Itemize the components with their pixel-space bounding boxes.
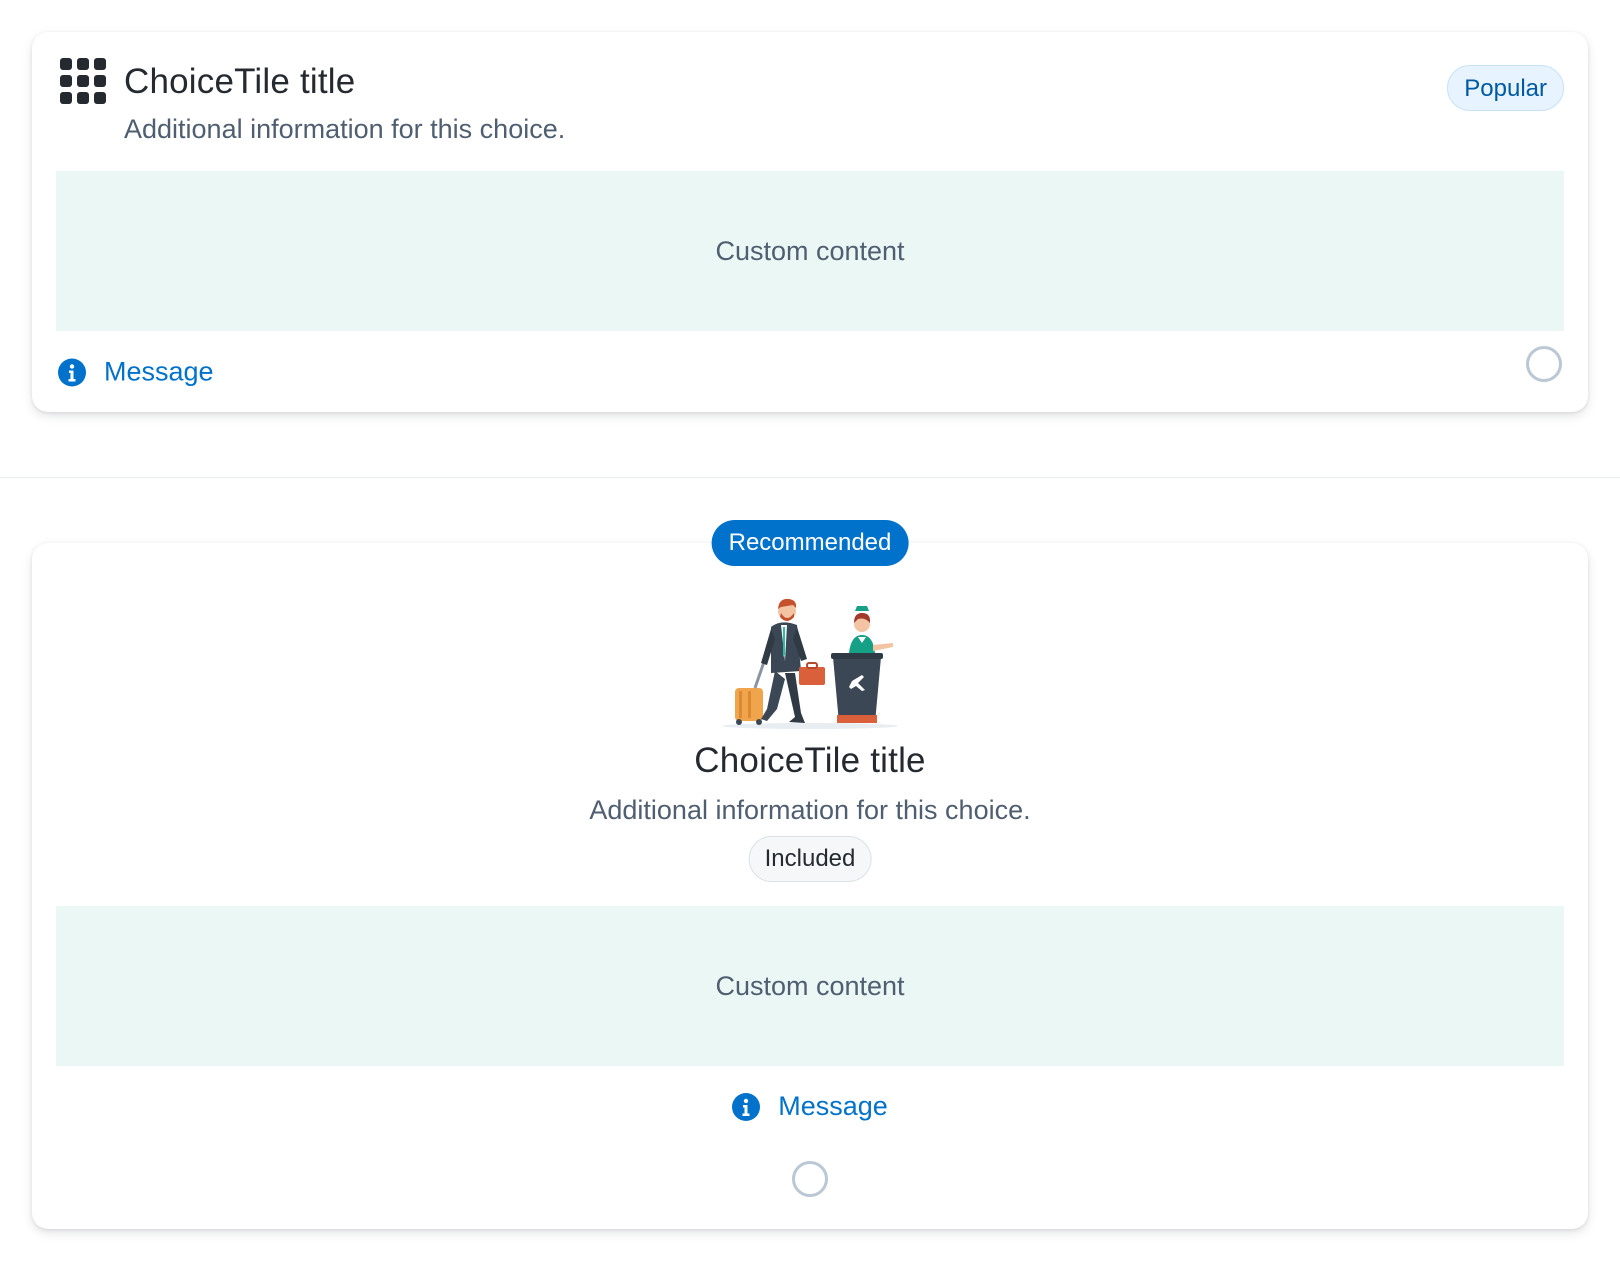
tile-title: ChoiceTile title xyxy=(124,62,356,101)
popular-badge: Popular xyxy=(1447,65,1564,111)
message-label: Message xyxy=(104,356,214,387)
custom-content: Custom content xyxy=(56,171,1564,331)
info-icon xyxy=(58,358,86,386)
tile-title: ChoiceTile title xyxy=(694,741,926,780)
included-tag: Included xyxy=(748,836,872,882)
choice-tile-top[interactable]: ChoiceTile title Additional information … xyxy=(32,32,1588,412)
tile-message: Message xyxy=(732,1091,888,1122)
select-radio[interactable] xyxy=(792,1161,828,1197)
recommended-badge: Recommended xyxy=(711,520,909,566)
info-icon xyxy=(732,1092,761,1121)
tile-description: Additional information for this choice. xyxy=(124,114,566,144)
divider xyxy=(0,477,1620,478)
tile-message-wrap: Message xyxy=(32,1091,1588,1126)
airport-check-in-illustration xyxy=(722,598,898,729)
apps-grid-icon xyxy=(60,58,106,104)
tile-description: Additional information for this choice. xyxy=(589,795,1031,825)
custom-content: Custom content xyxy=(56,906,1564,1066)
choice-tile-bottom[interactable]: ChoiceTile title Additional information … xyxy=(32,543,1588,1229)
tile-message: Message xyxy=(58,357,214,388)
message-label: Message xyxy=(778,1091,888,1121)
select-radio[interactable] xyxy=(1526,346,1562,382)
